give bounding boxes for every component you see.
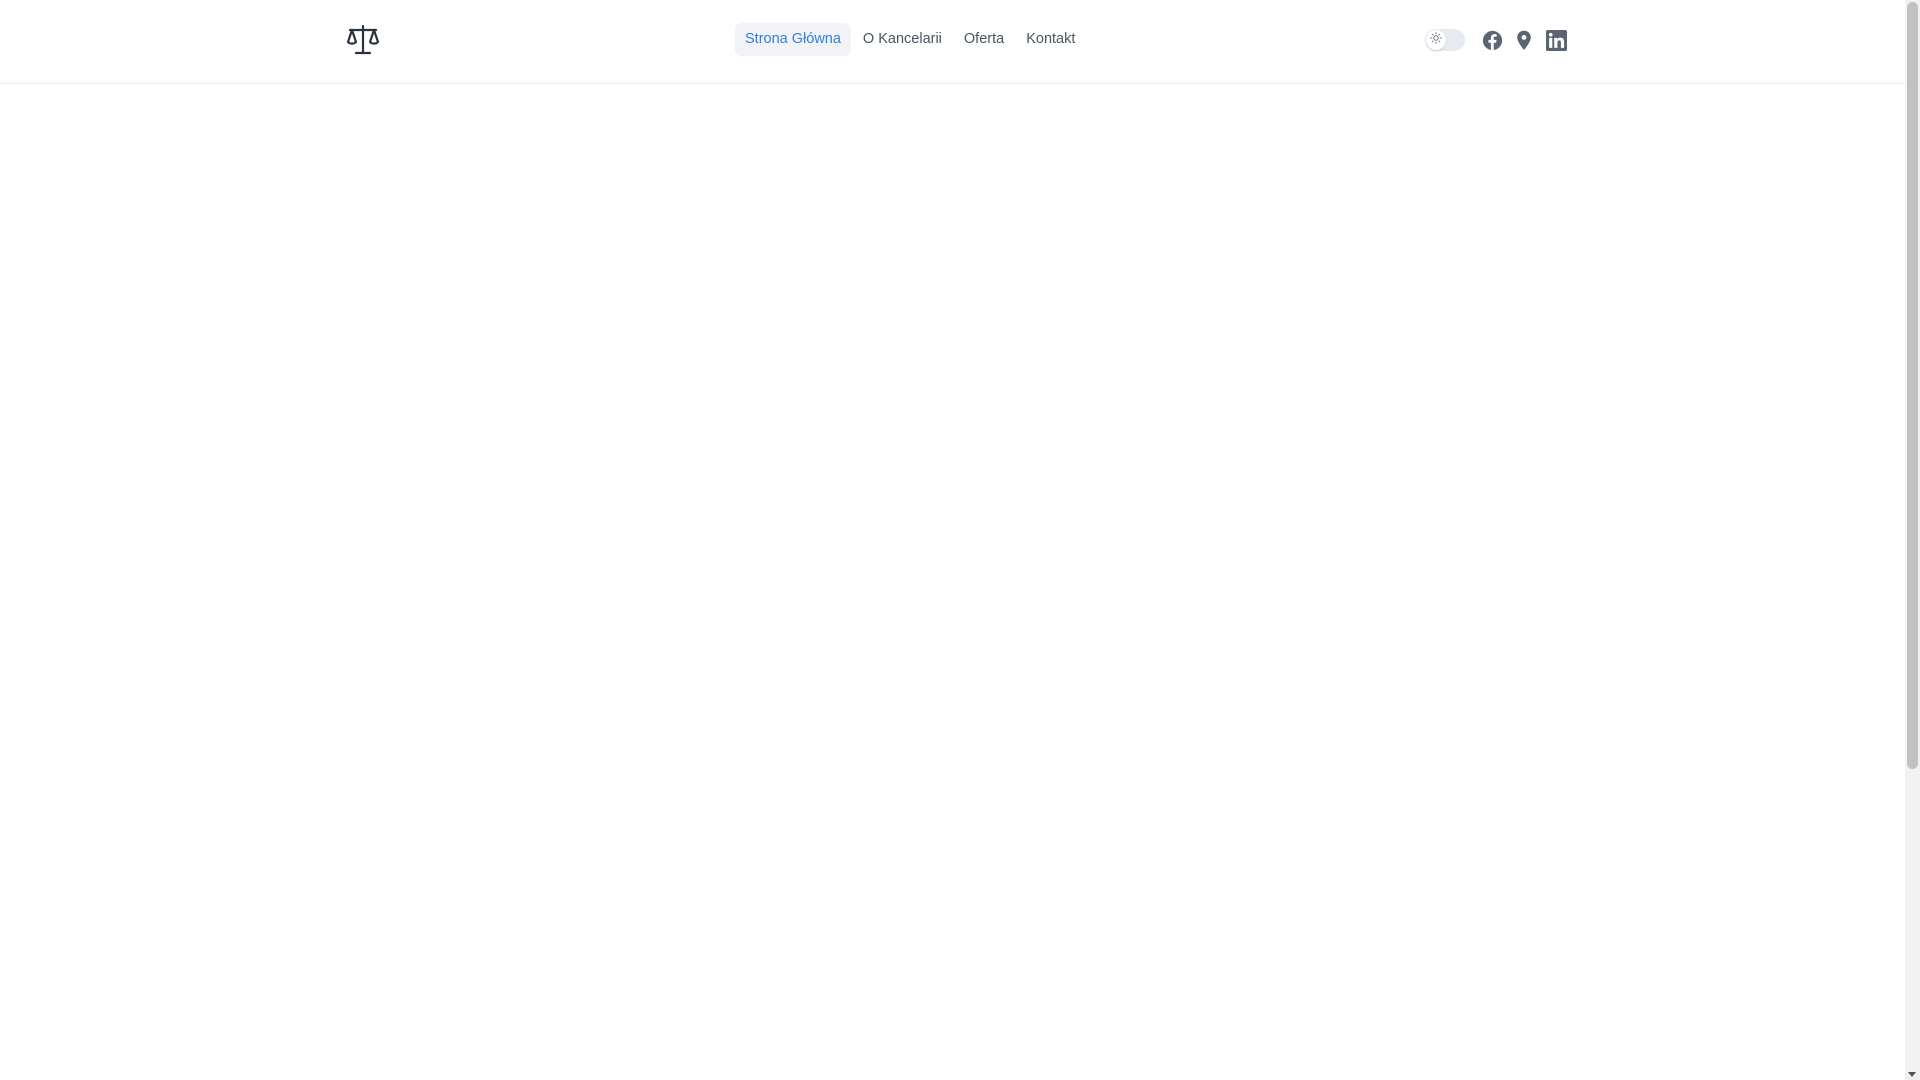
scales-of-justice-icon[interactable] (346, 24, 380, 56)
main-nav: Strona Główna O Kancelarii Oferta Kontak… (735, 23, 1085, 56)
toggle-knob (1426, 30, 1446, 50)
nav-item-offer[interactable]: Oferta (954, 23, 1014, 56)
scrollbar-thumb[interactable] (1907, 2, 1918, 769)
site-header: Strona Główna O Kancelarii Oferta Kontak… (0, 0, 1905, 84)
nav-item-about[interactable]: O Kancelarii (853, 23, 952, 56)
page: Strona Główna O Kancelarii Oferta Kontak… (0, 0, 1920, 1080)
facebook-icon[interactable] (1476, 24, 1508, 56)
scroll-down-arrow-icon[interactable] (1908, 1072, 1916, 1077)
sun-icon (1430, 31, 1442, 49)
header-actions (1425, 24, 1572, 56)
vertical-scrollbar[interactable] (1905, 0, 1920, 1080)
nav-item-contact[interactable]: Kontakt (1016, 23, 1085, 56)
nav-item-home[interactable]: Strona Główna (735, 23, 851, 56)
theme-toggle[interactable] (1425, 29, 1465, 51)
main-content (0, 84, 1905, 1080)
map-pin-icon[interactable] (1508, 24, 1540, 56)
linkedin-icon[interactable] (1540, 24, 1572, 56)
